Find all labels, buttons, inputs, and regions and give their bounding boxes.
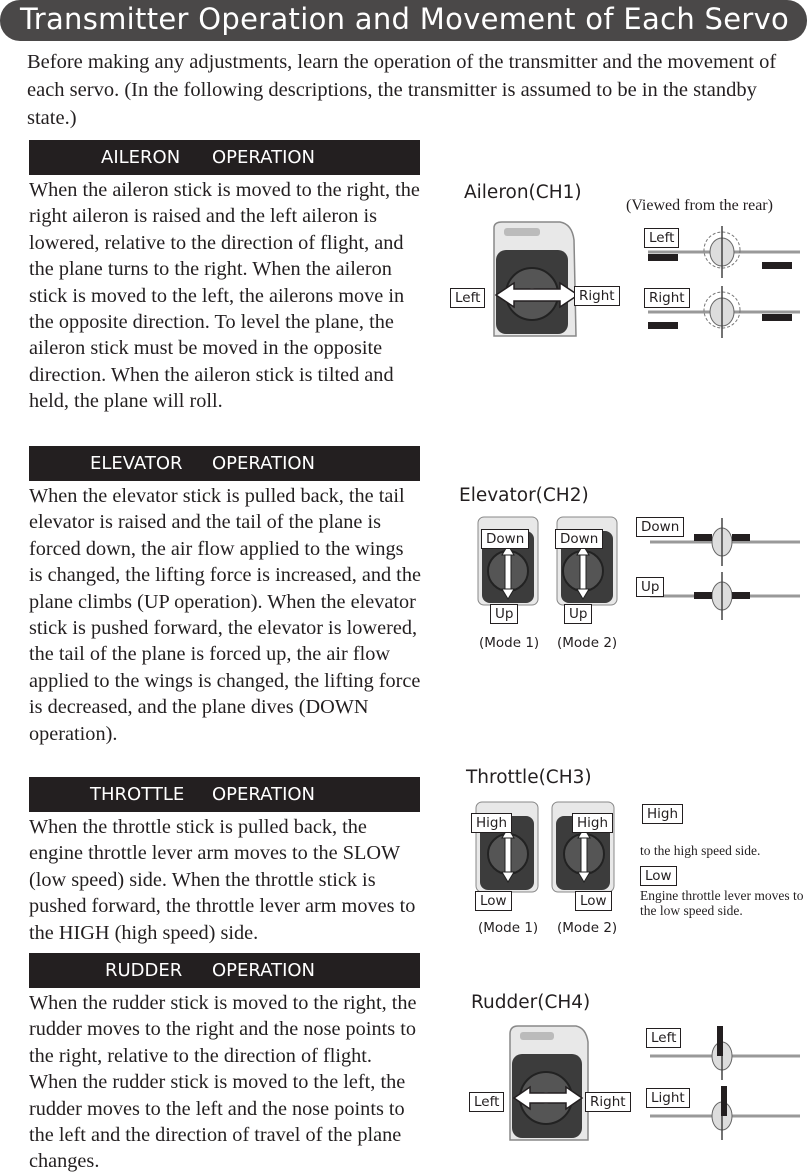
- rudder-heading-label: RUDDER: [105, 960, 183, 981]
- aileron-transmitter-icon: [493, 221, 577, 337]
- rudder-plane-right-label: Light: [646, 1088, 690, 1108]
- elevator-mode1-down-label: Down: [481, 529, 530, 549]
- throttle-mode1-low-label: Low: [475, 891, 512, 911]
- intro-paragraph: Before making any adjustments, learn the…: [27, 51, 777, 129]
- rudder-diagram-title: Rudder(CH4): [471, 992, 591, 1013]
- elevator-mode2-up-label: Up: [564, 604, 593, 624]
- aileron-plane-right-label: Right: [644, 288, 690, 308]
- elevator-mode1-up-label: Up: [490, 604, 519, 624]
- rudder-plane-left-label: Left: [646, 1028, 682, 1048]
- aileron-heading: AILERON OPERATION: [29, 140, 420, 175]
- rudder-stick-right-label: Right: [585, 1092, 631, 1112]
- aileron-plane-left-label: Left: [644, 228, 680, 248]
- page-title: Transmitter Operation and Movement of Ea…: [20, 2, 790, 36]
- elevator-plane-down-label: Down: [636, 517, 685, 537]
- left-right-arrow-icon: [494, 281, 580, 309]
- aileron-description: When the aileron stick is moved to the r…: [29, 179, 420, 413]
- throttle-heading-label: THROTTLE: [90, 784, 185, 805]
- plane-elevator-up-icon: [650, 572, 800, 620]
- aileron-diagram-title: Aileron(CH1): [464, 182, 582, 203]
- rudder-transmitter-icon: [509, 1025, 589, 1141]
- throttle-mode1-label: (Mode 1): [478, 920, 539, 936]
- aileron-stick-left-label: Left: [450, 288, 486, 308]
- elevator-heading-label: ELEVATOR: [90, 453, 183, 474]
- aileron-heading-label: AILERON: [101, 147, 181, 168]
- throttle-high-label: High: [642, 804, 684, 824]
- rudder-description: When the rudder stick is moved to the ri…: [29, 992, 417, 1173]
- rudder-left-right-arrow-icon: [512, 1085, 584, 1111]
- throttle-diagram-title: Throttle(CH3): [466, 767, 592, 788]
- throttle-mode2-high-label: High: [572, 813, 614, 833]
- elevator-mode2-label: (Mode 2): [557, 635, 618, 651]
- throttle-low-note: Engine throttle lever moves to the low s…: [640, 888, 804, 918]
- throttle-low-label: Low: [640, 866, 677, 886]
- rudder-heading-operation: OPERATION: [212, 960, 316, 981]
- throttle-mode2-low-label: Low: [575, 891, 612, 911]
- throttle-heading-operation: OPERATION: [212, 784, 316, 805]
- elevator-plane-up-label: Up: [636, 577, 665, 597]
- rudder-heading: RUDDER OPERATION: [29, 953, 420, 988]
- throttle-mode2-label: (Mode 2): [557, 920, 618, 936]
- header-banner: Transmitter Operation and Movement of Ea…: [0, 0, 807, 41]
- rudder-stick-left-label: Left: [469, 1092, 505, 1112]
- elevator-description: When the elevator stick is pulled back, …: [29, 485, 421, 745]
- throttle-mode1-high-label: High: [471, 813, 513, 833]
- throttle-high-note: to the high speed side.: [640, 843, 761, 858]
- elevator-heading: ELEVATOR OPERATION: [29, 446, 420, 481]
- aileron-view-note: (Viewed from the rear): [626, 197, 773, 214]
- elevator-diagram-title: Elevator(CH2): [459, 485, 589, 506]
- throttle-description: When the throttle stick is pulled back, …: [29, 816, 416, 944]
- aileron-stick-right-label: Right: [574, 286, 620, 306]
- aileron-heading-operation: OPERATION: [212, 147, 316, 168]
- elevator-heading-operation: OPERATION: [212, 453, 316, 474]
- elevator-mode1-label: (Mode 1): [479, 635, 540, 651]
- elevator-mode2-down-label: Down: [555, 529, 604, 549]
- throttle-heading: THROTTLE OPERATION: [29, 777, 420, 812]
